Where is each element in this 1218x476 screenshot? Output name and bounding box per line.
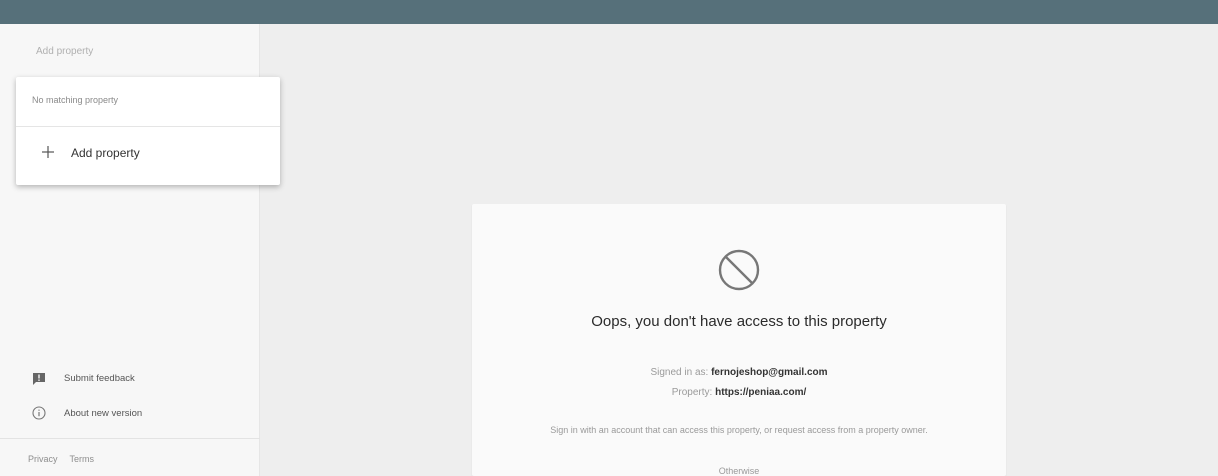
- submit-feedback-label: Submit feedback: [64, 372, 135, 384]
- no-access-card: Oops, you don't have access to this prop…: [472, 204, 1006, 476]
- property-label: Property:: [671, 387, 713, 398]
- about-new-version-button[interactable]: About new version: [32, 403, 142, 423]
- blocked-icon: [713, 244, 765, 296]
- add-property-label: Add property: [71, 146, 140, 160]
- access-description: Sign in with an account that can access …: [550, 425, 928, 435]
- property-line: Property: https://peniaa.com/: [472, 387, 1006, 398]
- add-property-menu-item[interactable]: Add property: [16, 127, 280, 181]
- privacy-link[interactable]: Privacy: [28, 454, 58, 464]
- top-app-bar: [0, 0, 1218, 24]
- no-access-title: Oops, you don't have access to this prop…: [591, 313, 887, 330]
- about-new-version-label: About new version: [64, 407, 143, 419]
- property-search-input[interactable]: [28, 40, 248, 62]
- signed-in-email: fernojeshop@gmail.com: [711, 367, 828, 378]
- info-icon: [32, 406, 46, 420]
- sidebar-divider: [0, 438, 260, 439]
- footer-links: Privacy Terms: [28, 454, 94, 464]
- submit-feedback-button[interactable]: Submit feedback: [32, 368, 135, 388]
- plus-icon: [40, 144, 56, 160]
- terms-link[interactable]: Terms: [70, 454, 95, 464]
- no-matching-property-text: No matching property: [32, 95, 119, 105]
- signed-in-label: Signed in as:: [650, 367, 709, 378]
- property-url: https://peniaa.com/: [715, 387, 807, 398]
- property-dropdown: No matching property Add property: [16, 77, 280, 185]
- feedback-icon: [32, 371, 46, 385]
- otherwise-text: Otherwise: [718, 466, 760, 476]
- signed-in-line: Signed in as: fernojeshop@gmail.com: [472, 367, 1006, 378]
